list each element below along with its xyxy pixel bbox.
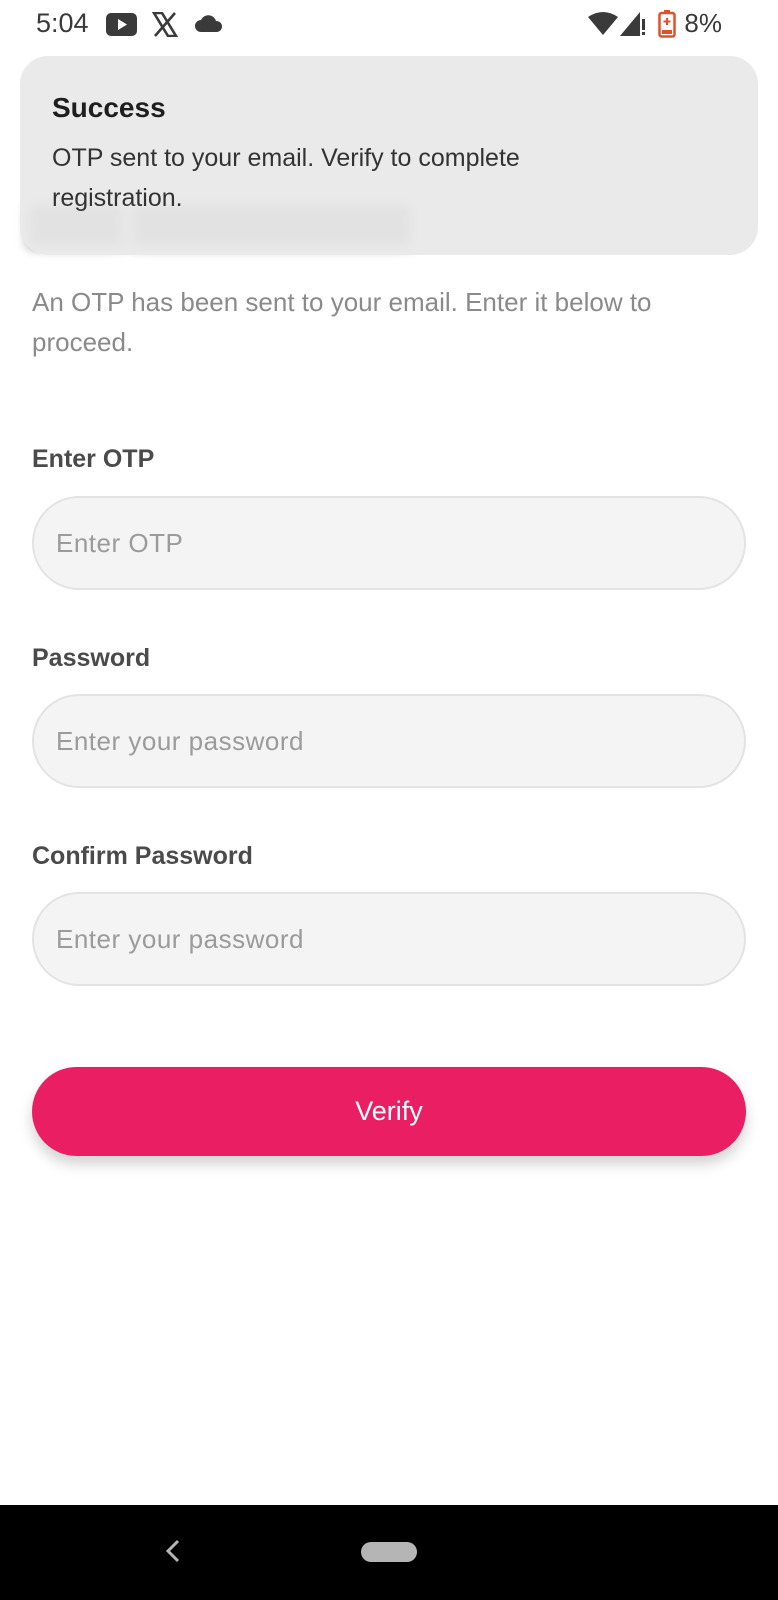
home-pill-icon[interactable] bbox=[361, 1542, 417, 1562]
confirm-password-input[interactable] bbox=[32, 892, 746, 986]
wifi-icon bbox=[588, 10, 618, 38]
otp-input[interactable] bbox=[32, 496, 746, 590]
back-icon[interactable] bbox=[160, 1533, 184, 1569]
confirm-password-label: Confirm Password bbox=[32, 842, 253, 870]
password-label: Password bbox=[32, 644, 151, 672]
navigation-bar bbox=[0, 1505, 778, 1600]
snackbar-message: OTP sent to your email. Verify to comple… bbox=[52, 144, 520, 212]
snackbar-title: Success bbox=[52, 92, 166, 123]
youtube-icon bbox=[106, 10, 137, 38]
signal-icon bbox=[620, 10, 646, 38]
battery-percent: 8% bbox=[684, 8, 722, 38]
verify-button[interactable]: Verify bbox=[32, 1067, 746, 1156]
cloud-icon bbox=[194, 10, 224, 38]
x-icon bbox=[152, 10, 178, 38]
otp-label: Enter OTP bbox=[32, 445, 155, 473]
battery-icon bbox=[658, 10, 676, 38]
page-subtitle: An OTP has been sent to your email. Ente… bbox=[32, 287, 652, 357]
status-time: 5:04 bbox=[36, 8, 89, 38]
success-snackbar: Success OTP sent to your email. Verify t… bbox=[20, 56, 758, 255]
password-input[interactable] bbox=[32, 694, 746, 788]
status-bar: 5:04 8% bbox=[0, 0, 778, 48]
